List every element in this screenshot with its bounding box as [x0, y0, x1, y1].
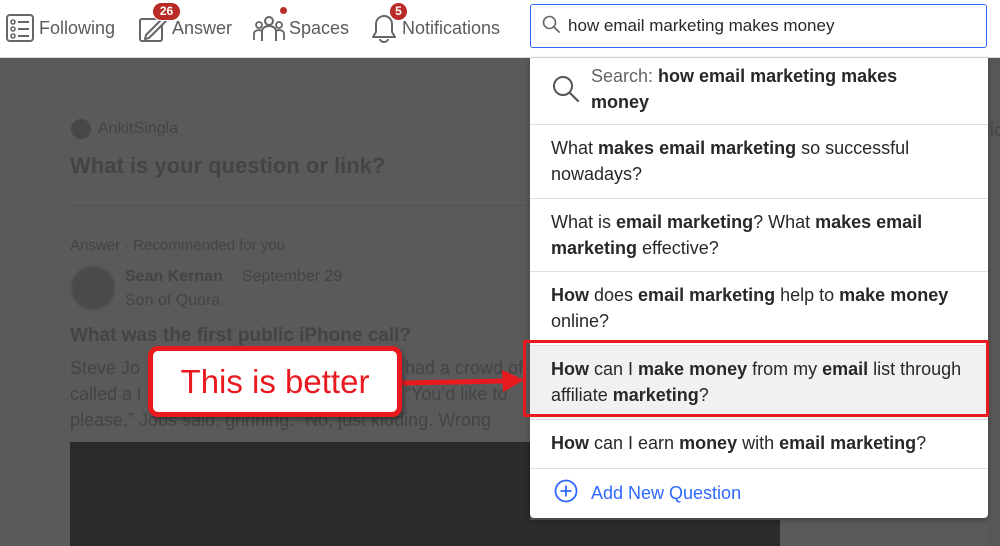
nav-notifications-label: Notifications [402, 17, 501, 38]
following-icon [5, 13, 35, 43]
user-avatar [71, 119, 91, 139]
search-input[interactable] [568, 16, 978, 36]
search-query-item[interactable]: Search: how email marketing makes money [530, 58, 988, 125]
answer-body-line: “You’d like to [405, 384, 508, 404]
annotation-callout: This is better [148, 346, 402, 417]
suggestion-text: How can I earn money with email marketin… [551, 433, 927, 453]
answerer-avatar [70, 265, 116, 311]
nav-spaces-label: Spaces [289, 17, 350, 38]
answer-body-line: had a crowd of [405, 358, 524, 378]
suggestion-text: How does email marketing help to make mo… [551, 285, 949, 331]
suggestion-item[interactable]: How does email marketing help to make mo… [530, 272, 988, 346]
nav-following-label: Following [39, 17, 116, 38]
annotation-callout-text: This is better [180, 362, 370, 400]
nav-answer-label: Answer [172, 17, 233, 38]
plus-circle-icon [554, 479, 578, 508]
answer-body-line: Steve Jo [70, 358, 141, 378]
suggestion-item[interactable]: How can I earn money with email marketin… [530, 420, 988, 469]
answer-count-badge: 26 [152, 2, 181, 21]
search-suggestions-dropdown: Search: how email marketing makes money … [530, 58, 988, 518]
notifications-count-badge: 5 [389, 2, 408, 21]
answer-photo [530, 520, 780, 546]
top-nav-bar: Following Answer 26 Spaces Notifications… [0, 0, 1000, 58]
nav-spaces[interactable]: Spaces [253, 6, 349, 50]
search-query-text: Search: how email marketing makes money [591, 66, 898, 112]
suggestion-item[interactable]: What is email marketing? What makes emai… [530, 199, 988, 272]
question-prompt: What is your question or link? [70, 153, 386, 178]
right-column-fragment: ic [990, 120, 1000, 140]
spaces-notification-dot [279, 6, 288, 15]
answer-question-title: What was the first public iPhone call? [70, 325, 411, 346]
answer-body-line: called a l [70, 384, 142, 404]
answerer-name: Sean Kernan [125, 268, 223, 285]
suggestion-text: What makes email marketing so successful… [551, 138, 910, 184]
search-box[interactable] [530, 4, 987, 48]
search-icon [552, 75, 580, 110]
answerer-credential: Son of Quora [125, 292, 221, 309]
highlight-box [523, 340, 989, 417]
answer-date: · September 29 [232, 268, 343, 285]
add-new-question-button[interactable]: Add New Question [530, 469, 988, 517]
answer-photo [70, 442, 530, 546]
recommendation-label: Answer · Recommended for you [70, 237, 286, 254]
nav-following[interactable]: Following [5, 6, 115, 50]
suggestion-item[interactable]: What makes email marketing so successful… [530, 125, 988, 199]
add-new-question-label: Add New Question [591, 482, 742, 503]
search-icon [542, 15, 560, 38]
spaces-icon [253, 13, 285, 43]
divider [70, 205, 530, 206]
author-name: AnkitSingla [98, 120, 179, 137]
suggestion-text: What is email marketing? What makes emai… [551, 212, 923, 258]
